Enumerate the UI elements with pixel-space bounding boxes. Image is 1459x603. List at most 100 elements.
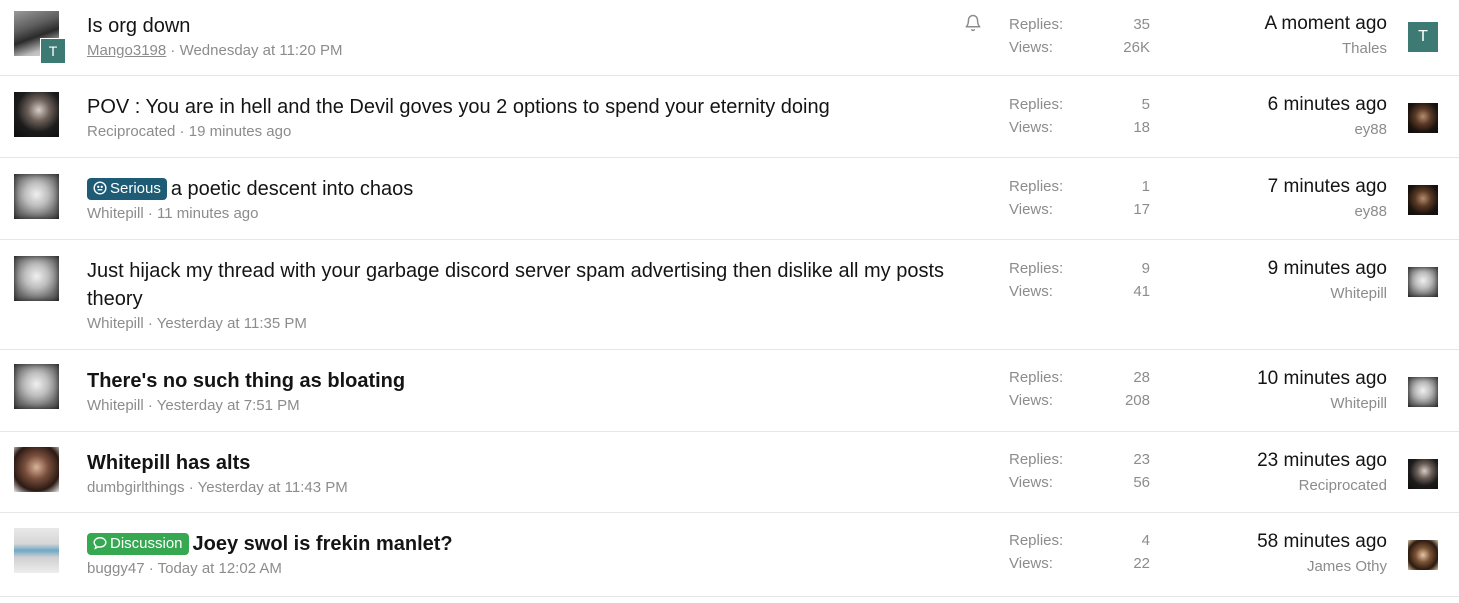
thread-list: T Is org down Mango3198 · Wednesday at 1…: [0, 0, 1459, 597]
thread-main: Whitepill has alts dumbgirlthings · Yest…: [87, 449, 957, 496]
latest-time[interactable]: 6 minutes ago: [1127, 92, 1387, 118]
thread-date[interactable]: Today at 12:02 AM: [158, 560, 282, 577]
thread-date[interactable]: Yesterday at 7:51 PM: [157, 397, 300, 414]
thread-main: Discussion Joey swol is frekin manlet? bu…: [87, 530, 957, 577]
thread-date[interactable]: Yesterday at 11:43 PM: [198, 479, 348, 496]
thread-author[interactable]: Reciprocated: [87, 123, 175, 140]
author-avatar[interactable]: [14, 364, 59, 409]
author-avatar[interactable]: [14, 447, 59, 492]
meta-separator: ·: [144, 560, 158, 577]
thread-main: Is org down Mango3198 · Wednesday at 11:…: [87, 12, 957, 59]
views-label: Views:: [1009, 555, 1053, 572]
author-avatar[interactable]: [14, 256, 59, 301]
latest-avatar[interactable]: [1408, 377, 1438, 407]
thread-row: POV : You are in hell and the Devil gove…: [0, 76, 1459, 158]
latest-post: A moment ago Thales: [1127, 11, 1387, 59]
meta-separator: ·: [143, 315, 157, 332]
thread-row: Just hijack my thread with your garbage …: [0, 240, 1459, 350]
thread-author[interactable]: buggy47: [87, 560, 145, 577]
latest-time[interactable]: 9 minutes ago: [1127, 256, 1387, 282]
views-label: Views:: [1009, 201, 1053, 218]
thread-main: POV : You are in hell and the Devil gove…: [87, 93, 957, 140]
latest-user[interactable]: Whitepill: [1127, 284, 1387, 304]
thread-main: Serious a poetic descent into chaos White…: [87, 175, 957, 222]
latest-user[interactable]: James Othy: [1127, 557, 1387, 577]
views-label: Views:: [1009, 474, 1053, 491]
thread-author[interactable]: Whitepill: [87, 397, 144, 414]
speech-bubble-icon: [93, 537, 107, 550]
meta-separator: ·: [175, 123, 189, 140]
thread-title[interactable]: a poetic descent into chaos: [171, 178, 413, 200]
latest-user[interactable]: Reciprocated: [1127, 476, 1387, 496]
latest-time[interactable]: 7 minutes ago: [1127, 174, 1387, 200]
author-avatar[interactable]: [14, 92, 59, 137]
thread-title[interactable]: Is org down: [87, 12, 957, 40]
thread-row: Serious a poetic descent into chaos White…: [0, 158, 1459, 240]
latest-user[interactable]: Whitepill: [1127, 394, 1387, 414]
latest-post: 23 minutes ago Reciprocated: [1127, 448, 1387, 496]
thread-title[interactable]: POV : You are in hell and the Devil gove…: [87, 93, 957, 121]
latest-post: 10 minutes ago Whitepill: [1127, 366, 1387, 414]
thread-meta: buggy47 · Today at 12:02 AM: [87, 560, 957, 577]
thread-date[interactable]: Yesterday at 11:35 PM: [157, 315, 307, 332]
latest-time[interactable]: 58 minutes ago: [1127, 529, 1387, 555]
latest-user[interactable]: ey88: [1127, 202, 1387, 222]
thread-author[interactable]: Mango3198: [87, 42, 166, 59]
meta-separator: ·: [166, 42, 180, 59]
replies-label: Replies:: [1009, 178, 1064, 195]
replies-label: Replies:: [1009, 260, 1064, 277]
latest-user[interactable]: ey88: [1127, 120, 1387, 140]
latest-post: 6 minutes ago ey88: [1127, 92, 1387, 140]
prefix-label-serious[interactable]: Serious: [87, 178, 167, 200]
views-label: Views:: [1009, 283, 1053, 300]
thread-author[interactable]: dumbgirlthings: [87, 479, 185, 496]
thread-row: Discussion Joey swol is frekin manlet? bu…: [0, 513, 1459, 597]
latest-time[interactable]: 10 minutes ago: [1127, 366, 1387, 392]
thread-meta: Whitepill · Yesterday at 11:35 PM: [87, 315, 957, 332]
thread-meta: dumbgirlthings · Yesterday at 11:43 PM: [87, 479, 957, 496]
prefix-label-discussion[interactable]: Discussion: [87, 533, 189, 555]
thread-title[interactable]: There's no such thing as bloating: [87, 367, 957, 395]
thread-meta: Reciprocated · 19 minutes ago: [87, 123, 957, 140]
latest-avatar[interactable]: [1408, 267, 1438, 297]
thread-author[interactable]: Whitepill: [87, 315, 144, 332]
bell-icon[interactable]: [964, 14, 982, 32]
thread-meta: Whitepill · 11 minutes ago: [87, 205, 957, 222]
replies-label: Replies:: [1009, 532, 1064, 549]
latest-post: 58 minutes ago James Othy: [1127, 529, 1387, 577]
thread-date[interactable]: Wednesday at 11:20 PM: [180, 42, 343, 59]
latest-user[interactable]: Thales: [1127, 39, 1387, 59]
thread-main: There's no such thing as bloating Whitep…: [87, 367, 957, 414]
latest-time[interactable]: A moment ago: [1127, 11, 1387, 37]
author-avatar[interactable]: [14, 528, 59, 573]
prefix-label-text: Serious: [110, 180, 161, 197]
thread-title[interactable]: Joey swol is frekin manlet?: [193, 533, 453, 555]
replies-label: Replies:: [1009, 96, 1064, 113]
thread-row: T Is org down Mango3198 · Wednesday at 1…: [0, 0, 1459, 76]
replies-label: Replies:: [1009, 16, 1064, 33]
thread-date[interactable]: 19 minutes ago: [189, 123, 292, 140]
replies-label: Replies:: [1009, 451, 1064, 468]
thread-row: There's no such thing as bloating Whitep…: [0, 350, 1459, 432]
thread-title-row: Serious a poetic descent into chaos: [87, 175, 957, 203]
meta-separator: ·: [143, 397, 157, 414]
latest-avatar[interactable]: [1408, 540, 1438, 570]
thread-title[interactable]: Just hijack my thread with your garbage …: [87, 257, 957, 313]
meta-separator: ·: [184, 479, 198, 496]
replies-label: Replies:: [1009, 369, 1064, 386]
latest-avatar[interactable]: [1408, 185, 1438, 215]
prefix-label-text: Discussion: [110, 535, 183, 552]
views-label: Views:: [1009, 39, 1053, 56]
latest-post: 7 minutes ago ey88: [1127, 174, 1387, 222]
thread-title[interactable]: Whitepill has alts: [87, 449, 957, 477]
thread-date[interactable]: 11 minutes ago: [157, 205, 258, 222]
latest-avatar[interactable]: T: [1408, 22, 1438, 52]
thread-author[interactable]: Whitepill: [87, 205, 144, 222]
smile-icon: [93, 181, 107, 195]
latest-avatar[interactable]: [1408, 459, 1438, 489]
latest-time[interactable]: 23 minutes ago: [1127, 448, 1387, 474]
views-label: Views:: [1009, 119, 1053, 136]
thread-meta: Mango3198 · Wednesday at 11:20 PM: [87, 42, 957, 59]
latest-avatar[interactable]: [1408, 103, 1438, 133]
author-avatar[interactable]: [14, 174, 59, 219]
